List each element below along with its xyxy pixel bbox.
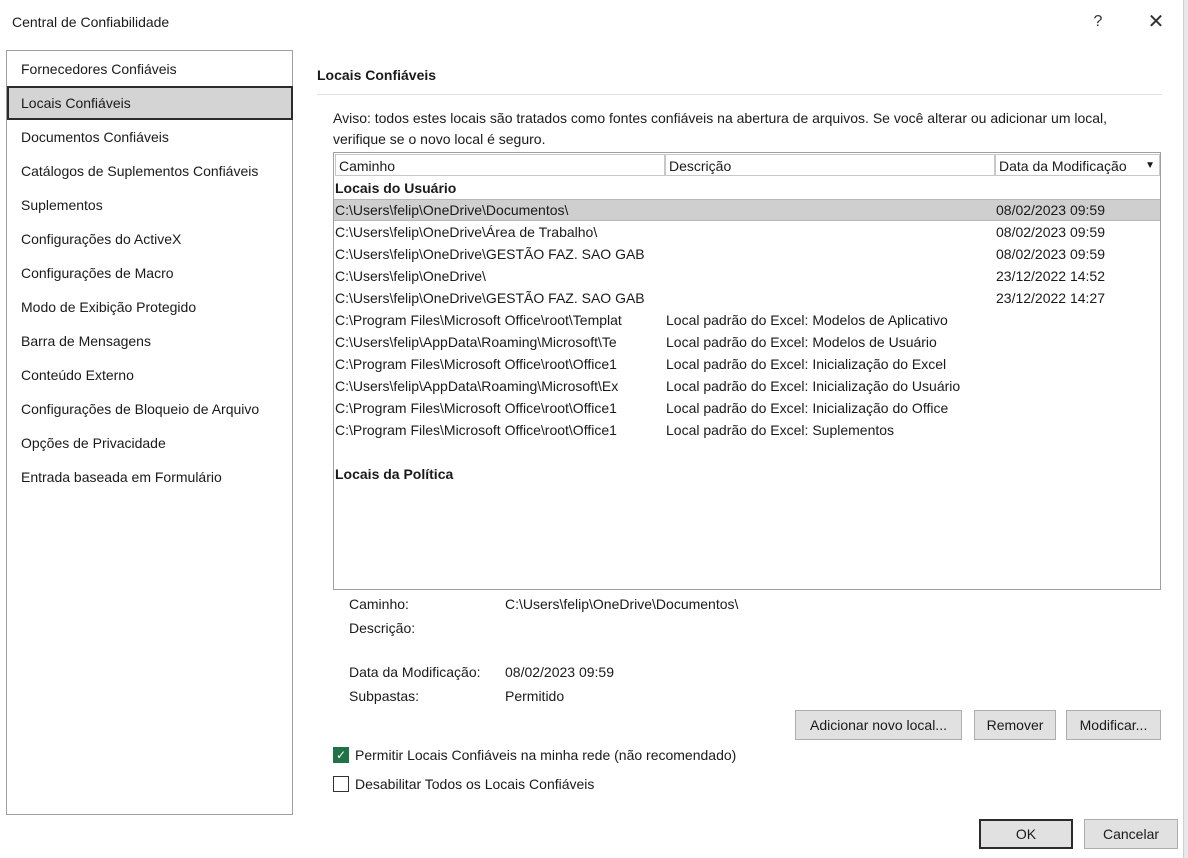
list-header: Caminho Descrição Data da Modificação ▼ bbox=[334, 153, 1160, 177]
row-path: C:\Program Files\Microsoft Office\root\O… bbox=[335, 400, 617, 416]
remove-button[interactable]: Remover bbox=[974, 710, 1056, 740]
row-path: C:\Users\felip\AppData\Roaming\Microsoft… bbox=[335, 334, 617, 350]
table-row[interactable]: C:\Program Files\Microsoft Office\root\O… bbox=[334, 397, 1160, 419]
sidebar-item-macro-settings[interactable]: Configurações de Macro bbox=[8, 256, 293, 290]
table-row[interactable]: C:\Program Files\Microsoft Office\root\O… bbox=[334, 353, 1160, 375]
group-label-user-locations: Locais do Usuário bbox=[335, 180, 457, 196]
detail-modified-label: Data da Modificação: bbox=[349, 664, 481, 680]
table-row[interactable]: C:\Users\felip\OneDrive\GESTÃO FAZ. SAO … bbox=[334, 287, 1160, 309]
close-button[interactable]: ✕ bbox=[1144, 10, 1168, 34]
ok-button[interactable]: OK bbox=[979, 819, 1073, 849]
row-path: C:\Users\felip\OneDrive\GESTÃO FAZ. SAO … bbox=[335, 290, 645, 306]
detail-path-value: C:\Users\felip\OneDrive\Documentos\ bbox=[505, 596, 739, 612]
table-row[interactable]: C:\Users\felip\OneDrive\ 23/12/2022 14:5… bbox=[334, 265, 1160, 287]
notice-line-2: verifique se o novo local é seguro. bbox=[333, 131, 546, 147]
table-row[interactable]: C:\Users\felip\OneDrive\Área de Trabalho… bbox=[334, 221, 1160, 243]
table-row[interactable]: C:\Program Files\Microsoft Office\root\T… bbox=[334, 309, 1160, 331]
row-path: C:\Users\felip\OneDrive\Área de Trabalho… bbox=[335, 224, 598, 240]
background-window-edge bbox=[1184, 0, 1188, 858]
sidebar-item-addins[interactable]: Suplementos bbox=[8, 188, 293, 222]
sidebar-item-external-content[interactable]: Conteúdo Externo bbox=[8, 358, 293, 392]
add-location-button[interactable]: Adicionar novo local... bbox=[795, 710, 962, 740]
detail-modified-value: 08/02/2023 09:59 bbox=[505, 664, 614, 680]
detail-description-label: Descrição: bbox=[349, 620, 416, 636]
notice-line-1: Aviso: todos estes locais são tratados c… bbox=[333, 110, 1108, 126]
allow-network-checkbox[interactable]: ✓ bbox=[333, 747, 349, 763]
column-header-modified[interactable]: Data da Modificação ▼ bbox=[995, 154, 1160, 176]
row-path: C:\Users\felip\OneDrive\Documentos\ bbox=[335, 202, 569, 218]
allow-network-locations-option[interactable]: ✓ Permitir Locais Confiáveis na minha re… bbox=[333, 746, 736, 764]
row-modified: 23/12/2022 14:27 bbox=[996, 290, 1105, 306]
row-description: Local padrão do Excel: Suplementos bbox=[666, 422, 895, 438]
column-header-path-label: Caminho bbox=[339, 158, 396, 174]
row-description: Local padrão do Excel: Inicialização do … bbox=[666, 400, 949, 416]
sidebar-item-trusted-addin-catalogs[interactable]: Catálogos de Suplementos Confiáveis bbox=[8, 154, 293, 188]
warning-notice: Aviso: todos estes locais são tratados c… bbox=[333, 108, 1163, 150]
sort-descending-icon: ▼ bbox=[1145, 160, 1155, 171]
row-path: C:\Users\felip\OneDrive\GESTÃO FAZ. SAO … bbox=[335, 246, 645, 262]
detail-path-label: Caminho: bbox=[349, 596, 409, 612]
row-path: C:\Program Files\Microsoft Office\root\T… bbox=[335, 312, 622, 328]
sidebar-item-activex-settings[interactable]: Configurações do ActiveX bbox=[8, 222, 293, 256]
sidebar-item-file-block-settings[interactable]: Configurações de Bloqueio de Arquivo bbox=[8, 392, 293, 426]
row-path: C:\Users\felip\AppData\Roaming\Microsoft… bbox=[335, 378, 619, 394]
dialog-title: Central de Confiabilidade bbox=[12, 14, 170, 30]
sidebar-item-form-based-signin[interactable]: Entrada baseada em Formulário bbox=[8, 460, 293, 494]
row-path: C:\Program Files\Microsoft Office\root\O… bbox=[335, 422, 617, 438]
row-modified: 08/02/2023 09:59 bbox=[996, 224, 1105, 240]
sidebar-item-protected-view[interactable]: Modo de Exibição Protegido bbox=[8, 290, 293, 324]
section-title: Locais Confiáveis bbox=[317, 67, 437, 83]
row-modified: 08/02/2023 09:59 bbox=[996, 202, 1105, 218]
row-modified: 08/02/2023 09:59 bbox=[996, 246, 1105, 262]
section-divider bbox=[317, 94, 1162, 95]
sidebar-item-message-bar[interactable]: Barra de Mensagens bbox=[8, 324, 293, 358]
row-description: Local padrão do Excel: Modelos de Usuári… bbox=[666, 334, 937, 350]
table-row[interactable]: C:\Users\felip\AppData\Roaming\Microsoft… bbox=[334, 331, 1160, 353]
trust-center-dialog: Central de Confiabilidade ? ✕ Fornecedor… bbox=[0, 0, 1184, 858]
detail-subfolders-value: Permitido bbox=[505, 688, 565, 704]
trusted-locations-list[interactable]: Caminho Descrição Data da Modificação ▼ … bbox=[333, 152, 1161, 590]
column-header-description[interactable]: Descrição bbox=[665, 154, 995, 176]
help-button[interactable]: ? bbox=[1086, 10, 1110, 34]
sidebar-item-privacy-options[interactable]: Opções de Privacidade bbox=[8, 426, 293, 460]
column-header-path[interactable]: Caminho bbox=[335, 154, 665, 176]
sidebar-item-trusted-publishers[interactable]: Fornecedores Confiáveis bbox=[8, 52, 293, 86]
row-description: Local padrão do Excel: Modelos de Aplica… bbox=[666, 312, 948, 328]
disable-all-checkbox[interactable] bbox=[333, 776, 349, 792]
cancel-button[interactable]: Cancelar bbox=[1084, 819, 1178, 849]
table-row[interactable]: C:\Users\felip\OneDrive\Documentos\ 08/0… bbox=[334, 199, 1160, 221]
table-row[interactable]: C:\Program Files\Microsoft Office\root\O… bbox=[334, 419, 1160, 441]
disable-all-label: Desabilitar Todos os Locais Confiáveis bbox=[355, 776, 595, 792]
row-description: Local padrão do Excel: Inicialização do … bbox=[666, 378, 961, 394]
sidebar-item-trusted-locations[interactable]: Locais Confiáveis bbox=[7, 86, 293, 120]
table-row[interactable]: C:\Users\felip\AppData\Roaming\Microsoft… bbox=[334, 375, 1160, 397]
modify-button[interactable]: Modificar... bbox=[1066, 710, 1161, 740]
column-header-description-label: Descrição bbox=[669, 158, 732, 174]
row-path: C:\Users\felip\OneDrive\ bbox=[335, 268, 486, 284]
allow-network-label: Permitir Locais Confiáveis na minha rede… bbox=[355, 747, 737, 763]
row-path: C:\Program Files\Microsoft Office\root\O… bbox=[335, 356, 617, 372]
sidebar-item-trusted-documents[interactable]: Documentos Confiáveis bbox=[8, 120, 293, 154]
row-modified: 23/12/2022 14:52 bbox=[996, 268, 1105, 284]
category-sidebar: Fornecedores Confiáveis Locais Confiávei… bbox=[6, 50, 293, 815]
table-row[interactable]: C:\Users\felip\OneDrive\GESTÃO FAZ. SAO … bbox=[334, 243, 1160, 265]
column-header-modified-label: Data da Modificação bbox=[999, 158, 1127, 174]
detail-subfolders-label: Subpastas: bbox=[349, 688, 420, 704]
disable-all-locations-option[interactable]: Desabilitar Todos os Locais Confiáveis bbox=[333, 775, 594, 793]
group-label-policy-locations: Locais da Política bbox=[335, 466, 454, 482]
row-description: Local padrão do Excel: Inicialização do … bbox=[666, 356, 947, 372]
